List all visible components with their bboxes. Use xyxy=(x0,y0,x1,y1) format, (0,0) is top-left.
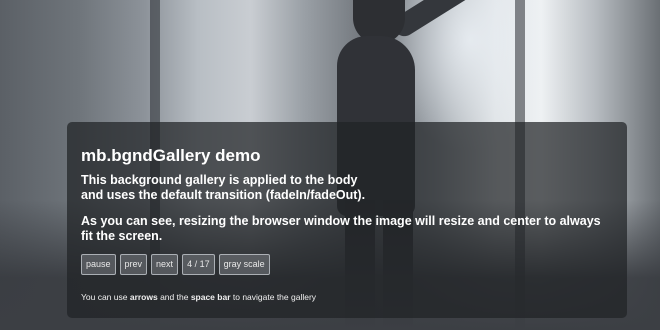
intro-paragraph: This background gallery is applied to th… xyxy=(81,173,613,203)
prev-button[interactable]: prev xyxy=(119,254,148,275)
resize-line: As you can see, resizing the browser win… xyxy=(81,214,601,228)
pause-button[interactable]: pause xyxy=(81,254,116,275)
resize-paragraph: As you can see, resizing the browser win… xyxy=(81,214,613,244)
next-button[interactable]: next xyxy=(151,254,179,275)
intro-line: and uses the default transition (fadeIn/… xyxy=(81,188,366,202)
image-counter: 4 / 17 xyxy=(182,254,215,275)
demo-title: mb.bgndGallery demo xyxy=(81,146,261,165)
silhouette-arm xyxy=(389,0,529,41)
gallery-controls: pause prev next 4 / 17 gray scale xyxy=(81,254,613,275)
grayscale-button[interactable]: gray scale xyxy=(218,254,270,275)
help-space-bar: space bar xyxy=(190,292,231,302)
help-suffix: to navigate the gallery xyxy=(230,292,317,302)
demo-info-panel: mb.bgndGallery demo This background gall… xyxy=(67,122,627,318)
help-arrows: arrows xyxy=(129,292,158,302)
resize-line: fit the screen. xyxy=(81,229,163,243)
help-middle: and the xyxy=(157,292,191,302)
navigation-help-text: You can use arrows and the space bar to … xyxy=(81,292,613,302)
intro-line: This background gallery is applied to th… xyxy=(81,173,358,187)
help-prefix: You can use xyxy=(81,292,130,302)
